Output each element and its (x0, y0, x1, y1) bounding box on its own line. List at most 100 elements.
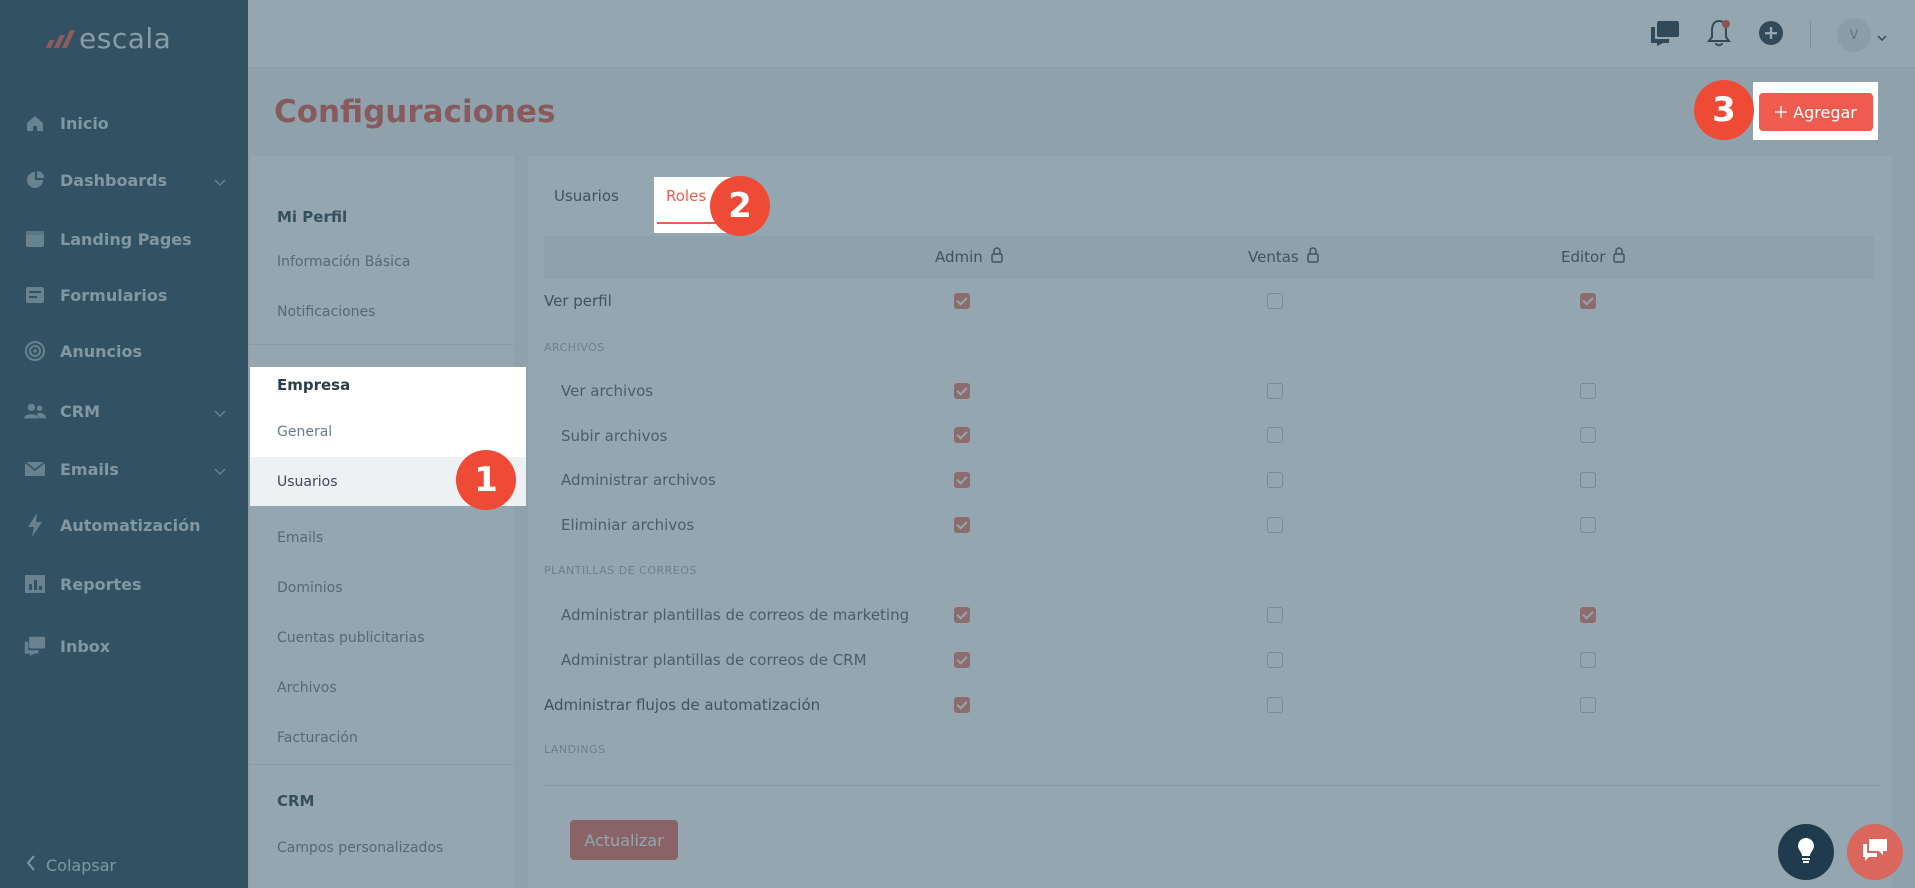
tips-button[interactable] (1778, 824, 1834, 880)
permission-checkbox[interactable] (1267, 427, 1283, 443)
settings-nav-general[interactable]: General (277, 424, 332, 440)
chevron-down-icon (214, 172, 226, 191)
sidebar-item-dashboards[interactable]: Dashboards (0, 158, 248, 202)
pie-chart-icon (24, 169, 46, 191)
permission-label: Administrar flujos de automatización (544, 696, 821, 714)
top-bar-divider (1810, 22, 1811, 48)
chevron-left-icon (26, 855, 36, 875)
permission-checkbox[interactable] (1580, 652, 1596, 668)
sidebar-item-label: Landing Pages (60, 229, 192, 249)
settings-nav-archivos[interactable]: Archivos (277, 680, 337, 696)
column-label: Admin (935, 248, 983, 266)
settings-section-title: CRM (277, 792, 315, 810)
chat-bubbles-icon (1861, 838, 1889, 866)
sidebar-item-label: Emails (60, 459, 119, 479)
permission-checkbox[interactable] (954, 472, 970, 488)
permission-group-label: ARCHIVOS (544, 341, 605, 354)
mail-icon (24, 458, 46, 480)
settings-nav: Mi Perfil Información Básica Notificacio… (250, 156, 514, 888)
sidebar-item-crm[interactable]: CRM (0, 389, 248, 433)
sidebar-item-inbox[interactable]: Inbox (0, 624, 248, 668)
sidebar-item-inicio[interactable]: Inicio (0, 101, 248, 145)
settings-nav-campos-personalizados[interactable]: Campos personalizados (277, 840, 443, 856)
permission-label: Ver archivos (561, 382, 654, 400)
permission-checkbox[interactable] (1580, 472, 1596, 488)
column-label: Ventas (1248, 248, 1299, 266)
permission-checkbox[interactable] (1580, 427, 1596, 443)
sidebar-item-label: Formularios (60, 285, 168, 305)
chevron-down-icon (214, 461, 226, 480)
settings-nav-dominios[interactable]: Dominios (277, 580, 343, 596)
brand-logo[interactable]: escala (45, 22, 172, 55)
chat-support-button[interactable] (1847, 824, 1903, 880)
permission-label: Ver perfil (544, 292, 612, 310)
chevron-down-icon (1877, 26, 1887, 45)
sidebar-item-anuncios[interactable]: Anuncios (0, 329, 248, 373)
update-button[interactable]: Actualizar (570, 820, 678, 860)
sidebar-item-automatizacion[interactable]: Automatización (0, 503, 248, 547)
sidebar-item-label: Dashboards (60, 170, 168, 190)
permission-checkbox[interactable] (1267, 697, 1283, 713)
lightbulb-icon (1797, 837, 1815, 867)
permission-checkbox[interactable] (1267, 517, 1283, 533)
form-icon (24, 284, 46, 306)
sidebar-item-label: Automatización (60, 515, 201, 535)
permission-checkbox[interactable] (1267, 607, 1283, 623)
plus-icon (1775, 103, 1788, 122)
settings-nav-emails[interactable]: Emails (277, 530, 323, 546)
notification-bell-icon[interactable] (1706, 19, 1732, 51)
sidebar-item-label: Inbox (60, 636, 111, 656)
permission-checkbox[interactable] (1267, 652, 1283, 668)
tab-usuarios[interactable]: Usuarios (554, 187, 619, 205)
permission-label: Eliminiar archivos (561, 516, 695, 534)
page-title: Configuraciones (274, 94, 556, 130)
permission-checkbox[interactable] (954, 697, 970, 713)
permission-group-label: LANDINGS (544, 743, 606, 756)
sidebar-item-formularios[interactable]: Formularios (0, 273, 248, 317)
permission-label: Administrar plantillas de correos de CRM (561, 651, 867, 669)
settings-nav-cuentas-publicitarias[interactable]: Cuentas publicitarias (277, 630, 425, 646)
add-circle-icon[interactable] (1758, 20, 1784, 50)
collapse-sidebar-button[interactable]: Colapsar (26, 855, 116, 875)
brand-name: escala (79, 22, 172, 55)
sidebar-item-reportes[interactable]: Reportes (0, 562, 248, 606)
permission-checkbox[interactable] (954, 383, 970, 399)
settings-section-title: Empresa (277, 376, 351, 394)
settings-nav-notificaciones[interactable]: Notificaciones (277, 304, 375, 320)
logo-mark-icon (45, 29, 76, 48)
step-badge-3: 3 (1694, 80, 1754, 140)
permission-checkbox[interactable] (1267, 383, 1283, 399)
collapse-label: Colapsar (46, 855, 117, 875)
permission-checkbox[interactable] (954, 607, 970, 623)
permission-label: Administrar plantillas de correos de mar… (561, 606, 910, 624)
permission-checkbox[interactable] (1580, 517, 1596, 533)
permission-checkbox[interactable] (1580, 293, 1596, 309)
permission-checkbox[interactable] (1580, 383, 1596, 399)
sidebar-item-emails[interactable]: Emails (0, 447, 248, 491)
permission-checkbox[interactable] (954, 652, 970, 668)
settings-nav-facturacion[interactable]: Facturación (277, 730, 358, 746)
lock-icon (1306, 247, 1319, 267)
permission-group-label: PLANTILLAS DE CORREOS (544, 564, 697, 577)
permission-checkbox[interactable] (954, 427, 970, 443)
permission-checkbox[interactable] (1267, 293, 1283, 309)
settings-nav-usuarios[interactable]: Usuarios (277, 474, 338, 490)
home-icon (24, 112, 46, 134)
divider (544, 785, 1880, 786)
users-icon (24, 400, 46, 422)
permission-checkbox[interactable] (954, 293, 970, 309)
settings-nav-informacion-basica[interactable]: Información Básica (277, 254, 410, 270)
sidebar-item-landing-pages[interactable]: Landing Pages (0, 217, 248, 261)
chat-icon (24, 635, 46, 657)
step-badge-1: 1 (456, 450, 516, 510)
chat-icon[interactable] (1650, 20, 1680, 50)
add-role-button[interactable]: Agregar (1759, 93, 1873, 131)
permission-checkbox[interactable] (1267, 472, 1283, 488)
permission-checkbox[interactable] (1580, 697, 1596, 713)
permission-checkbox[interactable] (1580, 607, 1596, 623)
settings-section-title: Mi Perfil (277, 208, 348, 226)
permission-checkbox[interactable] (954, 517, 970, 533)
permission-label: Subir archivos (561, 427, 668, 445)
user-menu[interactable]: V (1837, 18, 1887, 52)
tab-label: Roles (666, 187, 707, 205)
